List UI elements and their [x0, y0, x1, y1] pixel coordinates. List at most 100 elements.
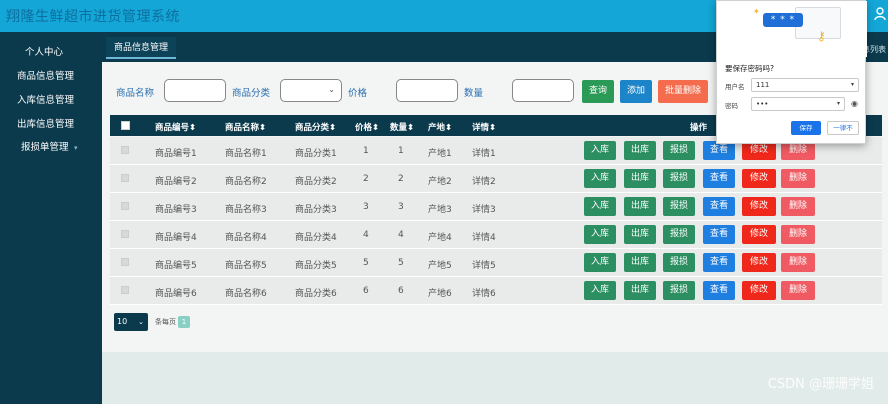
chevron-down-icon: ▾ — [850, 81, 854, 88]
goods-name-input[interactable] — [164, 79, 226, 102]
tab-goods-info[interactable]: 商品信息管理 — [106, 37, 177, 59]
row-checkbox[interactable] — [121, 258, 129, 266]
row-checkbox[interactable] — [121, 230, 129, 238]
view-button[interactable]: 查看 — [703, 225, 735, 244]
table-cell: 产地2 — [428, 177, 452, 187]
quantity-input[interactable] — [512, 79, 574, 102]
table-cell: 商品编号1 — [155, 149, 197, 159]
instock-button[interactable]: 入库 — [584, 197, 616, 216]
page-number-current[interactable]: 1 — [178, 316, 190, 328]
table-row: 商品编号2 商品名称2 商品分类2 2 2 产地2 详情2 入库 出库 报损 查看 修改 删除 — [110, 165, 882, 193]
row-checkbox[interactable] — [121, 174, 129, 182]
table-cell: 商品编号6 — [155, 289, 197, 299]
sidebar-item-label: 出库信息管理 — [17, 119, 75, 130]
sidebar-item-profile[interactable]: 个人中心 — [0, 41, 102, 65]
table-cell: 商品名称6 — [225, 289, 267, 299]
chevron-down-icon: ▾ — [74, 144, 78, 152]
sparkle-icon: ✦ — [753, 7, 760, 16]
outstock-button[interactable]: 出库 — [624, 141, 656, 160]
page-size-select[interactable]: 10 ⌄ — [114, 313, 148, 331]
col-header-price[interactable]: 价格⬍ — [355, 121, 379, 133]
edit-button[interactable]: 修改 — [742, 169, 776, 188]
user-icon[interactable] — [874, 7, 886, 23]
delete-button[interactable]: 删除 — [781, 197, 815, 216]
price-input[interactable] — [396, 79, 458, 102]
damage-button[interactable]: 报损 — [663, 169, 695, 188]
outstock-button[interactable]: 出库 — [624, 253, 656, 272]
col-header-detail[interactable]: 详情⬍ — [472, 121, 496, 133]
table-cell: 详情1 — [472, 149, 496, 159]
damage-button[interactable]: 报损 — [663, 197, 695, 216]
never-save-button[interactable]: 一律不 — [827, 121, 859, 135]
view-button[interactable]: 查看 — [703, 253, 735, 272]
instock-button[interactable]: 入库 — [584, 141, 616, 160]
outstock-button[interactable]: 出库 — [624, 197, 656, 216]
edit-button[interactable]: 修改 — [742, 281, 776, 300]
view-button[interactable]: 查看 — [703, 169, 735, 188]
outstock-button[interactable]: 出库 — [624, 169, 656, 188]
sidebar-item-instock[interactable]: 入库信息管理 — [0, 89, 102, 113]
col-header-origin[interactable]: 产地⬍ — [428, 121, 452, 133]
edit-button[interactable]: 修改 — [742, 225, 776, 244]
instock-button[interactable]: 入库 — [584, 281, 616, 300]
select-all-checkbox[interactable] — [121, 121, 130, 130]
row-checkbox[interactable] — [121, 286, 129, 294]
edit-button[interactable]: 修改 — [742, 197, 776, 216]
watermark: CSDN @珊珊学姐 — [767, 377, 874, 392]
sidebar-item-outstock[interactable]: 出库信息管理 — [0, 113, 102, 137]
app-title: 翔隆生鲜超市进货管理系统 — [6, 9, 180, 25]
col-header-quantity[interactable]: 数量⬍ — [390, 121, 414, 133]
batch-delete-button[interactable]: 批量删除 — [658, 80, 708, 103]
edit-button[interactable]: 修改 — [742, 253, 776, 272]
damage-button[interactable]: 报损 — [663, 281, 695, 300]
view-button[interactable]: 查看 — [703, 281, 735, 300]
outstock-button[interactable]: 出库 — [624, 225, 656, 244]
col-header-category[interactable]: 商品分类⬍ — [295, 121, 336, 133]
table-cell: 3 — [398, 202, 404, 212]
delete-button[interactable]: 删除 — [781, 253, 815, 272]
save-password-button[interactable]: 保存 — [791, 121, 821, 135]
delete-button[interactable]: 删除 — [781, 225, 815, 244]
delete-button[interactable]: 删除 — [781, 281, 815, 300]
col-header-code[interactable]: 商品编号⬍ — [155, 121, 196, 133]
query-button[interactable]: 查询 — [582, 80, 614, 103]
category-select[interactable]: ⌄ — [280, 79, 342, 102]
add-button[interactable]: 添加 — [620, 80, 652, 103]
table-cell: 5 — [398, 258, 404, 268]
table-cell: 商品编号5 — [155, 261, 197, 271]
username-field[interactable]: 111 ▾ — [751, 78, 859, 92]
password-label: 密码 — [725, 102, 738, 110]
outstock-button[interactable]: 出库 — [624, 281, 656, 300]
per-page-label: 条每页 — [155, 318, 176, 326]
eye-icon[interactable]: ◉ — [851, 98, 858, 110]
table-cell: 3 — [363, 202, 369, 212]
table-row: 商品编号5 商品名称5 商品分类5 5 5 产地5 详情5 入库 出库 报损 查看 修改 删除 — [110, 249, 882, 277]
instock-button[interactable]: 入库 — [584, 225, 616, 244]
table-cell: 详情6 — [472, 289, 496, 299]
delete-button[interactable]: 删除 — [781, 169, 815, 188]
masked-password-bubble: * * * — [763, 13, 803, 27]
table-row: 商品编号3 商品名称3 商品分类3 3 3 产地3 详情3 入库 出库 报损 查看 修改 删除 — [110, 193, 882, 221]
row-checkbox[interactable] — [121, 146, 129, 154]
damage-button[interactable]: 报损 — [663, 141, 695, 160]
table-row: 商品编号6 商品名称6 商品分类6 6 6 产地6 详情6 入库 出库 报损 查看 修改 删除 — [110, 277, 882, 305]
sidebar-item-damage[interactable]: 报损单管理 ▾ — [0, 136, 102, 160]
password-field[interactable]: ••• ▾ ◉ — [751, 97, 858, 111]
view-button[interactable]: 查看 — [703, 197, 735, 216]
table-cell: 商品编号2 — [155, 177, 197, 187]
table-cell: 商品分类2 — [295, 177, 337, 187]
instock-button[interactable]: 入库 — [584, 169, 616, 188]
col-header-name[interactable]: 商品名称⬍ — [225, 121, 266, 133]
sidebar-item-label: 报损单管理 — [21, 142, 69, 153]
table-cell: 详情2 — [472, 177, 496, 187]
damage-button[interactable]: 报损 — [663, 225, 695, 244]
row-checkbox[interactable] — [121, 202, 129, 210]
table-cell: 商品分类3 — [295, 205, 337, 215]
table-cell: 商品名称3 — [225, 205, 267, 215]
chevron-down-icon: ▾ — [836, 100, 840, 107]
sidebar-item-goods[interactable]: 商品信息管理 — [0, 65, 102, 89]
table-cell: 商品编号4 — [155, 233, 197, 243]
instock-button[interactable]: 入库 — [584, 253, 616, 272]
damage-button[interactable]: 报损 — [663, 253, 695, 272]
table-cell: 商品分类5 — [295, 261, 337, 271]
